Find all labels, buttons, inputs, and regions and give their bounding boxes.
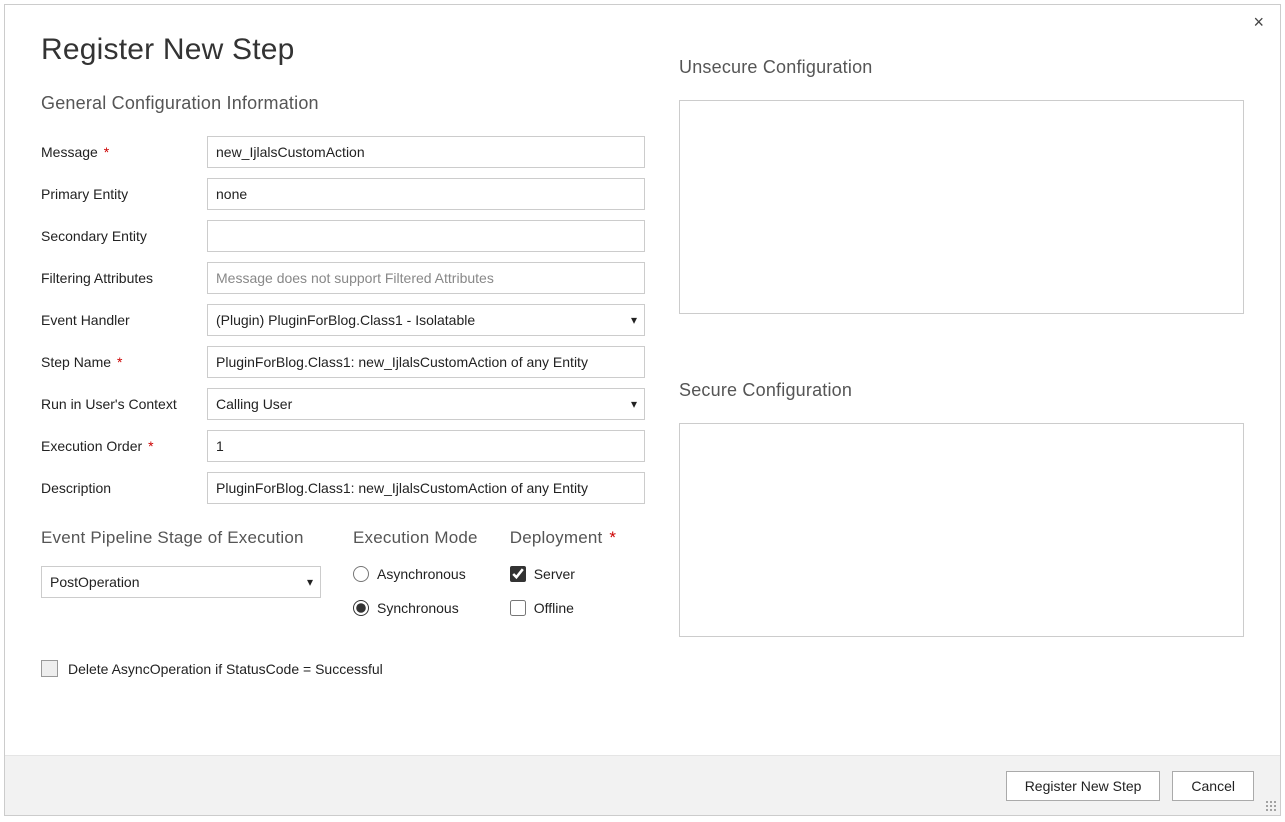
label-event-handler: Event Handler	[41, 312, 207, 328]
synchronous-label: Synchronous	[377, 600, 459, 616]
execution-mode-heading: Execution Mode	[353, 528, 478, 548]
general-heading: General Configuration Information	[41, 93, 645, 114]
pipeline-heading: Event Pipeline Stage of Execution	[41, 528, 321, 548]
user-context-select[interactable]	[207, 388, 645, 420]
server-checkbox[interactable]	[510, 566, 526, 582]
label-message: Message *	[41, 144, 207, 160]
asynchronous-radio[interactable]	[353, 566, 369, 582]
dialog-footer: Register New Step Cancel	[5, 755, 1280, 815]
secondary-entity-input[interactable]	[207, 220, 645, 252]
step-name-input[interactable]	[207, 346, 645, 378]
register-step-dialog: × Register New Step General Configuratio…	[4, 4, 1281, 816]
message-input[interactable]	[207, 136, 645, 168]
label-primary-entity: Primary Entity	[41, 186, 207, 202]
right-column: Unsecure Configuration Secure Configurat…	[679, 33, 1244, 745]
dialog-title: Register New Step	[41, 33, 645, 67]
offline-checkbox[interactable]	[510, 600, 526, 616]
left-column: Register New Step General Configuration …	[41, 33, 645, 745]
offline-label: Offline	[534, 600, 574, 616]
unsecure-heading: Unsecure Configuration	[679, 57, 1244, 78]
resize-grip-icon[interactable]	[1265, 800, 1277, 812]
filtering-attributes-input	[207, 262, 645, 294]
register-new-step-button[interactable]: Register New Step	[1006, 771, 1161, 801]
label-step-name: Step Name *	[41, 354, 207, 370]
execution-order-input[interactable]	[207, 430, 645, 462]
lower-group: Event Pipeline Stage of Execution ▾ Exec…	[41, 528, 645, 634]
dialog-content: Register New Step General Configuration …	[5, 5, 1280, 755]
label-filtering-attributes: Filtering Attributes	[41, 270, 207, 286]
label-user-context: Run in User's Context	[41, 396, 207, 412]
description-input[interactable]	[207, 472, 645, 504]
cancel-button[interactable]: Cancel	[1172, 771, 1254, 801]
pipeline-stage-select[interactable]	[41, 566, 321, 598]
server-label: Server	[534, 566, 575, 582]
label-execution-order: Execution Order *	[41, 438, 207, 454]
asynchronous-label: Asynchronous	[377, 566, 466, 582]
event-handler-select[interactable]	[207, 304, 645, 336]
delete-async-checkbox[interactable]	[41, 660, 58, 677]
unsecure-config-textarea[interactable]	[679, 100, 1244, 314]
synchronous-radio[interactable]	[353, 600, 369, 616]
label-secondary-entity: Secondary Entity	[41, 228, 207, 244]
secure-heading: Secure Configuration	[679, 380, 1244, 401]
close-icon[interactable]: ×	[1247, 11, 1270, 33]
delete-async-label: Delete AsyncOperation if StatusCode = Su…	[68, 661, 383, 677]
secure-config-textarea[interactable]	[679, 423, 1244, 637]
primary-entity-input[interactable]	[207, 178, 645, 210]
delete-async-row: Delete AsyncOperation if StatusCode = Su…	[41, 660, 645, 677]
deployment-heading: Deployment *	[510, 528, 616, 548]
label-description: Description	[41, 480, 207, 496]
